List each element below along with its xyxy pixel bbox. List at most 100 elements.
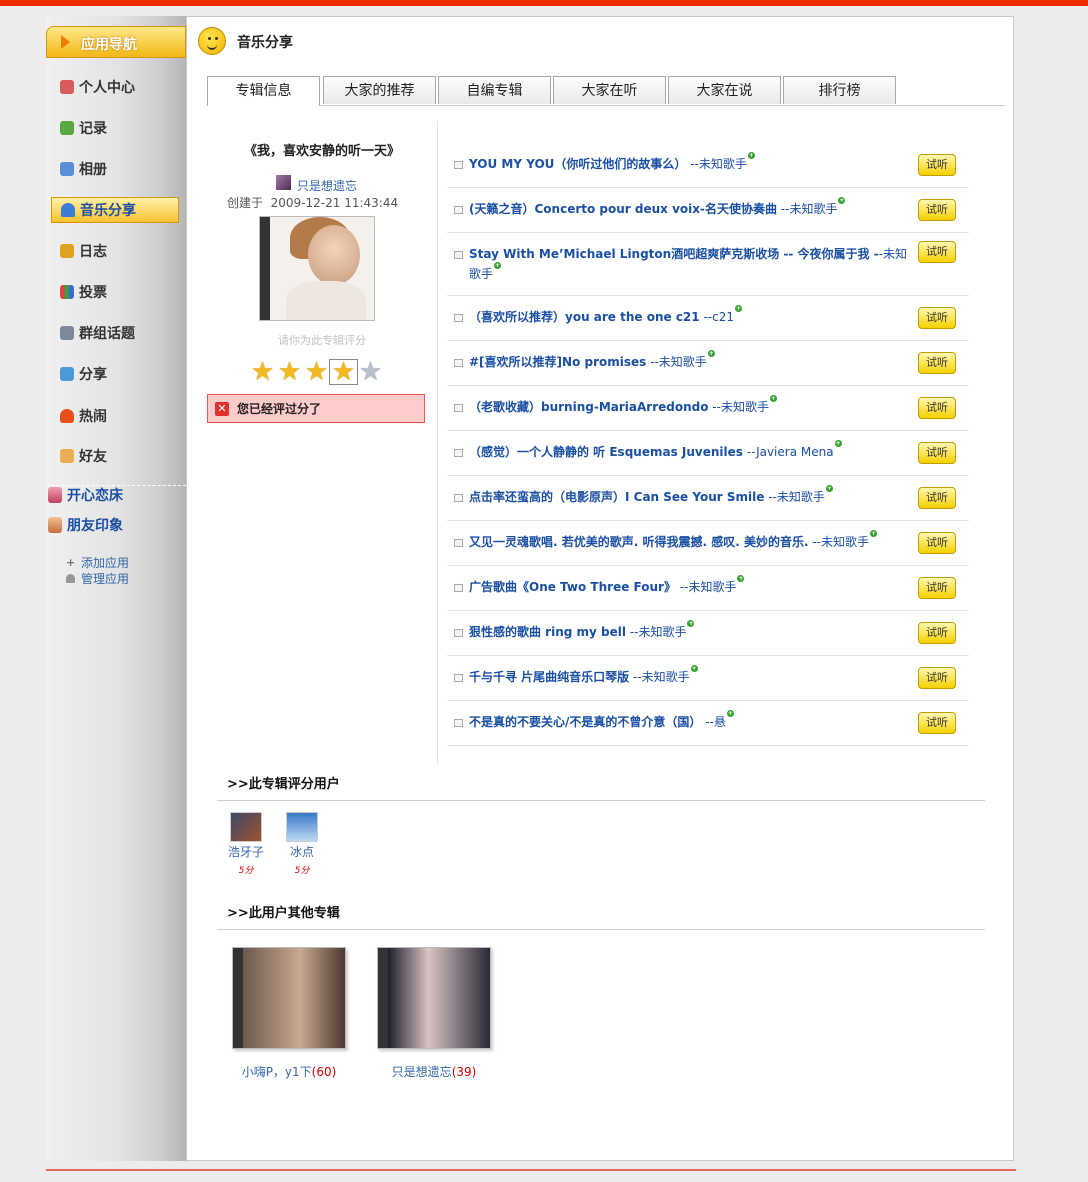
song-title[interactable]: 千与千寻 片尾曲纯音乐口琴版 <box>469 670 629 684</box>
listen-button[interactable]: 试听 <box>918 397 956 419</box>
song-title[interactable]: 又见一灵魂歌唱. 若优美的歌声. 听得我震撼. 感叹. 美妙的音乐. <box>469 535 809 549</box>
rating-star-icon[interactable]: ★ <box>249 359 276 385</box>
tab-custom-albums[interactable]: 自编专辑 <box>438 76 551 104</box>
rating-star-icon[interactable]: ★ <box>276 359 303 385</box>
add-song-plus-icon[interactable]: + <box>737 575 745 582</box>
add-song-plus-icon[interactable]: + <box>690 665 698 672</box>
other-album-card[interactable]: 只是想遗忘(39) <box>364 947 504 1080</box>
tab-talking[interactable]: 大家在说 <box>668 76 781 104</box>
other-album-caption[interactable]: 小嗨P，y1下(60) <box>219 1063 359 1080</box>
song-link[interactable]: （喜欢所以推荐）you are the one c21 --c21+ <box>469 305 909 327</box>
song-artist[interactable]: --未知歌手 <box>708 400 769 414</box>
listen-button[interactable]: 试听 <box>918 154 956 176</box>
sidebar-item-records[interactable]: 记录 <box>60 118 180 138</box>
song-artist[interactable]: --未知歌手 <box>777 202 838 216</box>
other-album-name[interactable]: 小嗨P，y1下 <box>242 1065 312 1079</box>
other-album-cover[interactable] <box>377 947 491 1049</box>
rater-avatar[interactable] <box>286 812 318 842</box>
song-artist[interactable]: --Javiera Mena <box>743 445 834 459</box>
song-title[interactable]: （感觉）一个人静静的 听 Esquemas Juveniles <box>469 445 743 459</box>
song-link[interactable]: Stay With Me’Michael Lington酒吧超爽萨克斯收场 --… <box>469 244 909 284</box>
song-artist[interactable]: --未知歌手 <box>676 580 737 594</box>
add-song-plus-icon[interactable]: + <box>838 197 846 204</box>
song-artist[interactable]: --未知歌手 <box>764 490 825 504</box>
tab-recommendations[interactable]: 大家的推荐 <box>323 76 436 104</box>
add-song-plus-icon[interactable]: + <box>825 485 833 492</box>
add-song-plus-icon[interactable]: + <box>707 350 715 357</box>
rater-name[interactable]: 浩牙子 <box>221 843 271 860</box>
song-link[interactable]: 狠性感的歌曲 ring my bell --未知歌手+ <box>469 620 909 642</box>
song-link[interactable]: （感觉）一个人静静的 听 Esquemas Juveniles --Javier… <box>469 440 909 462</box>
song-link[interactable]: (天籁之音）Concerto pour deux voix-名天使协奏曲 --未… <box>469 197 909 219</box>
song-title[interactable]: 狠性感的歌曲 ring my bell <box>469 625 626 639</box>
song-title[interactable]: （老歌收藏）burning-MariaArredondo <box>469 400 708 414</box>
song-link[interactable]: 点击率还蛮高的（电影原声）I Can See Your Smile --未知歌手… <box>469 485 909 507</box>
tab-ranking[interactable]: 排行榜 <box>783 76 896 104</box>
song-title[interactable]: (天籁之音）Concerto pour deux voix-名天使协奏曲 <box>469 202 777 216</box>
sidebar-item-lively[interactable]: 热闹 <box>60 406 180 426</box>
song-artist[interactable]: --悬 <box>701 715 726 729</box>
other-album-cover[interactable] <box>232 947 346 1049</box>
other-album-caption[interactable]: 只是想遗忘(39) <box>364 1063 504 1080</box>
listen-button[interactable]: 试听 <box>918 577 956 599</box>
add-song-plus-icon[interactable]: + <box>870 530 877 537</box>
song-title[interactable]: 广告歌曲《One Two Three Four》 <box>469 580 676 594</box>
listen-button[interactable]: 试听 <box>918 352 956 374</box>
app-link-love-bed[interactable]: 开心恋床 <box>48 485 123 505</box>
rating-star-icon[interactable]: ★ <box>303 359 330 385</box>
sidebar-item-personal-center[interactable]: 个人中心 <box>60 77 180 97</box>
song-title[interactable]: 点击率还蛮高的（电影原声）I Can See Your Smile <box>469 490 764 504</box>
song-artist[interactable]: --未知歌手 <box>686 157 747 171</box>
tab-listening[interactable]: 大家在听 <box>553 76 666 104</box>
other-album-name[interactable]: 只是想遗忘 <box>392 1065 452 1079</box>
add-song-plus-icon[interactable]: + <box>834 440 842 447</box>
song-link[interactable]: （老歌收藏）burning-MariaArredondo --未知歌手+ <box>469 395 909 417</box>
creator-avatar[interactable] <box>276 175 291 190</box>
song-artist[interactable]: --未知歌手 <box>629 670 690 684</box>
song-artist[interactable]: --未知歌手 <box>626 625 687 639</box>
song-title[interactable]: （喜欢所以推荐）you are the one c21 <box>469 310 700 324</box>
tab-album-info[interactable]: 专辑信息 <box>207 76 320 106</box>
sidebar-item-group-topics[interactable]: 群组话题 <box>60 323 180 343</box>
song-link[interactable]: 千与千寻 片尾曲纯音乐口琴版 --未知歌手+ <box>469 665 909 687</box>
listen-button[interactable]: 试听 <box>918 241 956 263</box>
rating-star-icon[interactable]: ★ <box>329 359 358 385</box>
add-app-link[interactable]: + 添加应用 <box>66 554 129 571</box>
song-link[interactable]: 不是真的不要关心/不是真的不曾介意（国） --悬+ <box>469 710 909 732</box>
add-song-plus-icon[interactable]: + <box>726 710 734 717</box>
rating-star-icon[interactable]: ★ <box>357 359 384 385</box>
add-song-plus-icon[interactable]: + <box>734 305 742 312</box>
song-link[interactable]: 又见一灵魂歌唱. 若优美的歌声. 听得我震撼. 感叹. 美妙的音乐. --未知歌… <box>469 530 909 552</box>
song-artist[interactable]: --未知歌手 <box>809 535 869 549</box>
add-song-plus-icon[interactable]: + <box>687 620 695 627</box>
sidebar-item-friends[interactable]: 好友 <box>60 446 180 466</box>
add-song-plus-icon[interactable]: + <box>747 152 755 159</box>
song-artist[interactable]: --c21 <box>700 310 734 324</box>
listen-button[interactable]: 试听 <box>918 487 956 509</box>
manage-app-link[interactable]: 管理应用 <box>66 570 129 587</box>
listen-button[interactable]: 试听 <box>918 307 956 329</box>
app-link-friend-impression[interactable]: 朋友印象 <box>48 515 123 535</box>
song-title[interactable]: #[喜欢所以推荐]No promises <box>469 355 646 369</box>
song-title[interactable]: 不是真的不要关心/不是真的不曾介意（国） <box>469 715 701 729</box>
song-link[interactable]: #[喜欢所以推荐]No promises --未知歌手+ <box>469 350 909 372</box>
song-artist[interactable]: --未知歌手 <box>646 355 707 369</box>
sidebar-item-music-share[interactable]: 音乐分享 <box>51 197 179 223</box>
song-title[interactable]: YOU MY YOU（你听过他们的故事么） <box>469 157 686 171</box>
song-title[interactable]: Stay With Me’Michael Lington酒吧超爽萨克斯收场 --… <box>469 247 879 261</box>
listen-button[interactable]: 试听 <box>918 532 956 554</box>
listen-button[interactable]: 试听 <box>918 199 956 221</box>
rater-user[interactable]: 冰点 5分 <box>277 812 327 876</box>
add-song-plus-icon[interactable]: + <box>769 395 777 402</box>
other-album-card[interactable]: 小嗨P，y1下(60) <box>219 947 359 1080</box>
song-link[interactable]: 广告歌曲《One Two Three Four》 --未知歌手+ <box>469 575 909 597</box>
rater-avatar[interactable] <box>230 812 262 842</box>
rating-stars[interactable]: ★ ★ ★ ★ ★ <box>249 359 384 385</box>
listen-button[interactable]: 试听 <box>918 712 956 734</box>
sidebar-item-album[interactable]: 相册 <box>60 159 180 179</box>
song-link[interactable]: YOU MY YOU（你听过他们的故事么） --未知歌手+ <box>469 152 909 174</box>
listen-button[interactable]: 试听 <box>918 622 956 644</box>
listen-button[interactable]: 试听 <box>918 667 956 689</box>
creator-name-link[interactable]: 只是想遗忘 <box>297 177 357 194</box>
sidebar-item-diary[interactable]: 日志 <box>60 241 180 261</box>
